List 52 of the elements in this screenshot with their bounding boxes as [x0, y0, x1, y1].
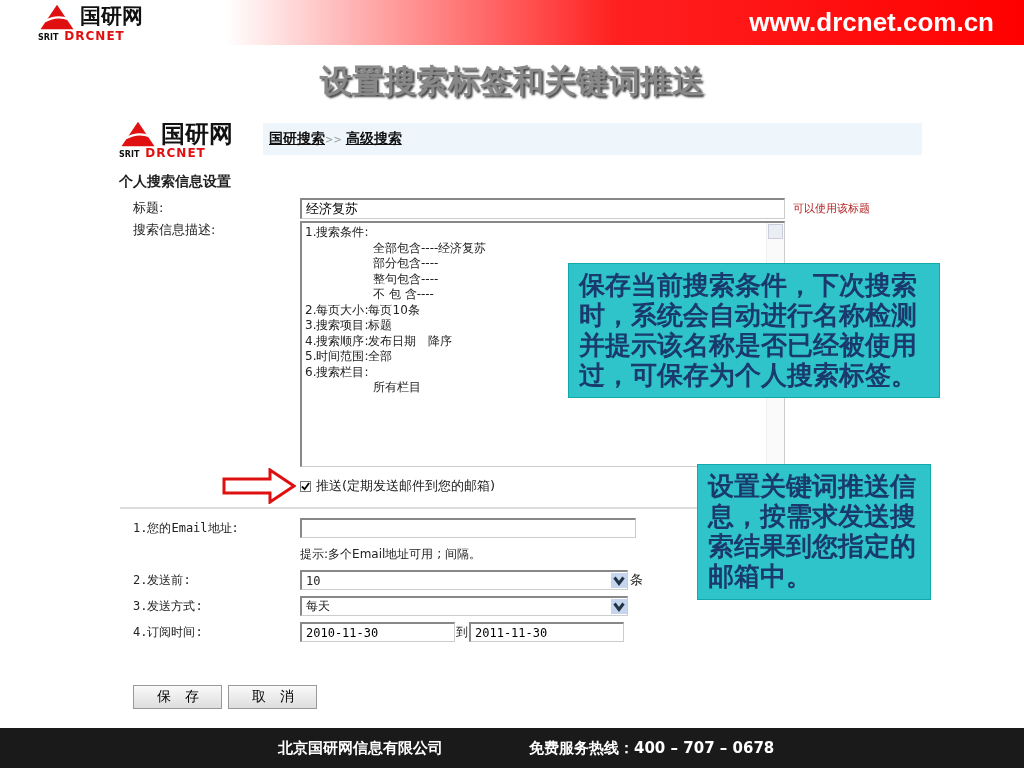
- callout-tooltip: 设置关键词推送信息，按需求发送搜索结果到您指定的邮箱中。: [697, 464, 931, 600]
- company-name: 北京国研网信息有限公司: [278, 738, 443, 758]
- checkbox[interactable]: [300, 480, 311, 492]
- logo-text: SRIT: [119, 151, 140, 159]
- field-label: 2.发送前:: [133, 571, 192, 589]
- logo-text: DRCNET: [145, 147, 206, 159]
- text-line: 整句包含----: [372, 271, 439, 287]
- start-date-field[interactable]: 2010-11-30: [300, 622, 455, 642]
- field-label: 标题:: [133, 199, 165, 217]
- field-label: 4.订阅时间:: [133, 623, 204, 641]
- text-line: 部分包含----: [372, 256, 439, 272]
- text-line: 4.搜索顺序:发布日期 降序: [305, 333, 453, 349]
- website-address: www.drcnet.com.cn: [749, 7, 994, 38]
- cancel-button[interactable]: 取 消: [228, 685, 317, 709]
- text-line: 不 包 含----: [372, 287, 434, 303]
- field-label: 搜索信息描述:: [133, 221, 217, 239]
- breadcrumb-link[interactable]: 国研搜索: [269, 130, 325, 148]
- email-field[interactable]: [300, 518, 636, 538]
- slide-title: 设置搜索标签和关键词推送: [318, 61, 705, 102]
- title-field[interactable]: 经济复苏: [300, 197, 785, 219]
- range-separator: 到: [456, 623, 468, 641]
- unit-label: 条: [630, 571, 643, 589]
- frequency-dropdown[interactable]: 每天: [300, 596, 628, 616]
- text-line: 全部包含----经济复苏: [372, 240, 487, 256]
- availability-hint: 可以使用该标题: [793, 200, 870, 216]
- hotline-text: 免费服务热线：400 – 707 – 0678: [529, 738, 775, 758]
- breadcrumb-link[interactable]: 高级搜索: [345, 130, 402, 148]
- dropdown-arrow-icon: [611, 599, 627, 614]
- text-line: 3.搜索项目:标题: [305, 318, 393, 334]
- arrow-icon: [222, 468, 296, 504]
- text-line: 6.搜索栏目:: [305, 364, 369, 380]
- save-button[interactable]: 保 存: [133, 685, 222, 709]
- hint-text: 提示:多个Email地址可用 ; 间隔。: [300, 545, 481, 563]
- dropdown-arrow-icon: [611, 573, 627, 588]
- checkbox-label: 推送(定期发送邮件到您的邮箱): [316, 477, 496, 495]
- text-line: 5.时间范围:全部: [305, 349, 393, 365]
- logo-text: SRIT: [38, 33, 59, 42]
- triangle-logo-icon: [38, 3, 76, 30]
- end-date-field[interactable]: 2011-11-30: [469, 622, 624, 642]
- callout-tooltip: 保存当前搜索条件，下次搜索时，系统会自动进行名称检测并提示该名称是否已经被使用过，可保存为个人搜索标签。: [568, 263, 940, 398]
- text-line: 2.每页大小:每页10条: [305, 302, 420, 318]
- field-label: 3.发送方式:: [133, 597, 204, 615]
- logo-text: 国研网: [80, 6, 143, 27]
- logo-text: 国研网: [161, 122, 233, 146]
- section-title: 个人搜索信息设置: [118, 172, 232, 191]
- logo-text: DRCNET: [64, 29, 125, 42]
- triangle-logo-icon: [119, 121, 157, 147]
- text-line: 1.搜索条件:: [305, 225, 369, 241]
- breadcrumb-separator: >>: [325, 133, 342, 145]
- text-line: 所有栏目: [372, 380, 421, 396]
- field-label: 1.您的Email地址:: [133, 519, 240, 537]
- count-dropdown[interactable]: 10: [300, 570, 628, 590]
